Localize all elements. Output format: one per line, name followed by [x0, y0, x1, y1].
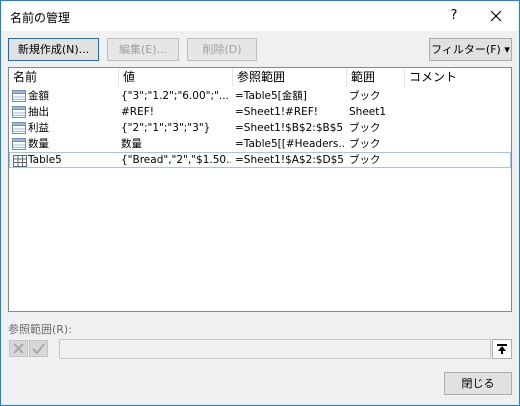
table-row[interactable]: 利益 {"2";"1";"3";"3"} =Sheet1!$B$2:$B$5 ブ… [9, 120, 511, 136]
column-header-value[interactable]: 値 [119, 68, 233, 87]
close-icon [490, 10, 502, 22]
row-value: {"2";"1";"3";"3"} [121, 122, 211, 134]
row-comment [407, 104, 507, 120]
checkmark-icon [32, 343, 45, 355]
named-range-icon [12, 106, 26, 118]
row-value: #REF! [121, 106, 154, 118]
row-refers-to: =Table5[金額] [235, 90, 307, 102]
row-scope: ブック [349, 138, 381, 150]
named-range-icon [12, 138, 26, 150]
row-value: 数量 [121, 138, 142, 150]
confirm-edit-button[interactable] [29, 340, 48, 357]
name-manager-dialog: 名前の管理 ? 新規作成(N)... 編集(E)... 削除(D) フィルター(… [0, 0, 520, 406]
row-name: 抽出 [28, 106, 49, 118]
named-range-icon [12, 90, 26, 102]
refers-to-label: 参照範囲(R): [8, 323, 72, 336]
table-row[interactable]: 抽出 #REF! =Sheet1!#REF! Sheet1 [9, 104, 511, 120]
help-button[interactable]: ? [437, 3, 471, 29]
row-name: Table5 [28, 154, 62, 166]
range-select-icon [497, 344, 507, 354]
names-list[interactable]: 名前 値 参照範囲 範囲 コメント 金額 {"3";"1.2";"6.00";"… [8, 67, 512, 312]
row-comment [407, 88, 507, 104]
row-refers-to: =Sheet1!#REF! [235, 106, 319, 118]
row-name: 金額 [28, 90, 49, 102]
delete-button[interactable]: 削除(D) [187, 38, 257, 61]
column-header-name[interactable]: 名前 [9, 68, 119, 87]
named-range-icon [12, 122, 26, 134]
cancel-x-icon [13, 343, 24, 354]
dialog-title: 名前の管理 [10, 11, 71, 25]
table-icon [13, 155, 27, 167]
row-scope: ブック [349, 154, 381, 166]
table-row[interactable]: 数量 数量 =Table5[[#Headers... ブック [9, 136, 511, 152]
new-button[interactable]: 新規作成(N)... [8, 38, 99, 61]
column-header-refers-to[interactable]: 参照範囲 [233, 68, 347, 87]
table-row-selected[interactable]: Table5 {"Bread","2","$1.50... =Sheet1!$A… [9, 152, 511, 168]
refers-to-input[interactable] [59, 339, 491, 359]
table-row[interactable]: 金額 {"3";"1.2";"6.00";"... =Table5[金額] ブッ… [9, 88, 511, 104]
row-value: {"3";"1.2";"6.00";"... [121, 90, 229, 102]
column-header-comment[interactable]: コメント [405, 68, 511, 87]
close-window-button[interactable] [479, 3, 513, 29]
row-refers-to: =Sheet1!$B$2:$B$5 [235, 122, 344, 134]
row-comment [407, 120, 507, 136]
row-name: 数量 [28, 138, 49, 150]
row-refers-to: =Sheet1!$A$2:$D$5 [235, 154, 344, 166]
filter-button[interactable]: フィルター(F) ▾ [429, 38, 512, 61]
title-bar: 名前の管理 ? [1, 1, 519, 31]
row-comment [407, 136, 507, 152]
row-value: {"Bread","2","$1.50... [121, 154, 231, 166]
row-name: 利益 [28, 122, 49, 134]
row-comment [407, 152, 507, 168]
column-header-scope[interactable]: 範囲 [347, 68, 405, 87]
row-scope: ブック [349, 90, 381, 102]
row-refers-to: =Table5[[#Headers... [235, 138, 345, 150]
row-scope: Sheet1 [349, 106, 387, 118]
row-scope: ブック [349, 122, 381, 134]
cancel-edit-button[interactable] [9, 340, 28, 357]
collapse-dialog-button[interactable] [492, 339, 512, 359]
edit-button[interactable]: 編集(E)... [107, 38, 179, 61]
close-button[interactable]: 閉じる [444, 372, 512, 395]
list-header: 名前 値 参照範囲 範囲 コメント [9, 68, 511, 87]
